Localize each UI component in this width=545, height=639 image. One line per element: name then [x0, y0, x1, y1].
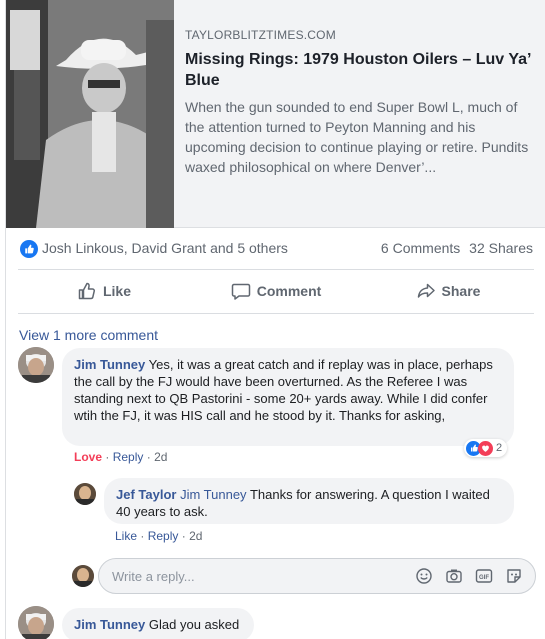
shares-count[interactable]: 32 Shares	[469, 240, 533, 256]
view-more-comments-link[interactable]: View 1 more comment	[19, 327, 158, 343]
avatar[interactable]	[74, 483, 96, 505]
like-label: Like	[102, 283, 131, 299]
share-label: Share	[441, 283, 481, 299]
avatar[interactable]	[18, 606, 54, 639]
comment-author[interactable]: Jim Tunney	[74, 357, 145, 372]
comment-bubble: Jim Tunney Glad you asked	[62, 608, 254, 639]
reply-link[interactable]: Reply	[113, 450, 144, 464]
divider	[18, 313, 534, 314]
post-card: TAYLORBLITZTIMES.COM Missing Rings: 1979…	[5, 0, 545, 639]
reply-timestamp[interactable]: 2d	[189, 529, 202, 543]
preview-text: TAYLORBLITZTIMES.COM Missing Rings: 1979…	[185, 28, 535, 177]
like-icon	[78, 282, 95, 300]
avatar	[72, 565, 94, 587]
comment-bubble: Jim Tunney Yes, it was a great catch and…	[62, 348, 514, 446]
camera-icon[interactable]	[445, 567, 463, 585]
sticker-icon[interactable]	[505, 567, 523, 585]
comments-count[interactable]: 6 Comments	[381, 240, 460, 256]
engagement-counts: 6 Comments 32 Shares	[381, 240, 533, 256]
reaction-names[interactable]: Josh Linkous, David Grant and 5 others	[42, 240, 288, 256]
share-button[interactable]: Share	[362, 272, 534, 310]
comment-icon	[231, 283, 250, 300]
reply-bubble: Jef Taylor Jim Tunney Thanks for answeri…	[104, 478, 514, 524]
reply-meta: Like · Reply · 2d	[115, 529, 203, 543]
svg-text:GIF: GIF	[479, 575, 489, 581]
reply-placeholder: Write a reply...	[112, 569, 195, 584]
action-bar: Like Comment Share	[18, 272, 534, 310]
reaction-summary: Josh Linkous, David Grant and 5 others 6…	[6, 228, 545, 268]
comment-text: Glad you asked	[148, 617, 240, 632]
divider	[18, 269, 534, 270]
mention-link[interactable]: Jim Tunney	[180, 487, 246, 502]
preview-excerpt: When the gun sounded to end Super Bowl L…	[185, 99, 529, 175]
preview-domain: TAYLORBLITZTIMES.COM	[185, 28, 336, 42]
like-link[interactable]: Like	[115, 529, 137, 543]
comment-reactions[interactable]: 2	[464, 439, 508, 457]
reply-input[interactable]: Write a reply... GIF	[98, 558, 536, 594]
link-preview[interactable]: TAYLORBLITZTIMES.COM Missing Rings: 1979…	[6, 0, 545, 228]
reply-tools: GIF	[415, 567, 523, 585]
emoji-icon[interactable]	[415, 567, 433, 585]
reply-link[interactable]: Reply	[148, 529, 179, 543]
preview-thumbnail	[6, 0, 174, 228]
comment-timestamp[interactable]: 2d	[154, 450, 167, 464]
comment-author[interactable]: Jim Tunney	[74, 617, 145, 632]
like-button[interactable]: Like	[18, 272, 190, 310]
preview-headline[interactable]: Missing Rings: 1979 Houston Oilers – Luv…	[185, 49, 535, 91]
reply-author[interactable]: Jef Taylor	[116, 487, 176, 502]
like-reaction-icon[interactable]	[20, 240, 38, 258]
comment-meta: Love · Reply · 2d	[74, 450, 168, 464]
comment-button[interactable]: Comment	[190, 272, 362, 310]
love-reaction-icon	[478, 440, 493, 456]
love-reaction-link[interactable]: Love	[74, 450, 102, 464]
comment-label: Comment	[256, 283, 322, 299]
avatar[interactable]	[18, 347, 54, 383]
gif-icon[interactable]: GIF	[475, 567, 493, 585]
share-icon	[417, 283, 435, 298]
reaction-count: 2	[496, 442, 503, 454]
